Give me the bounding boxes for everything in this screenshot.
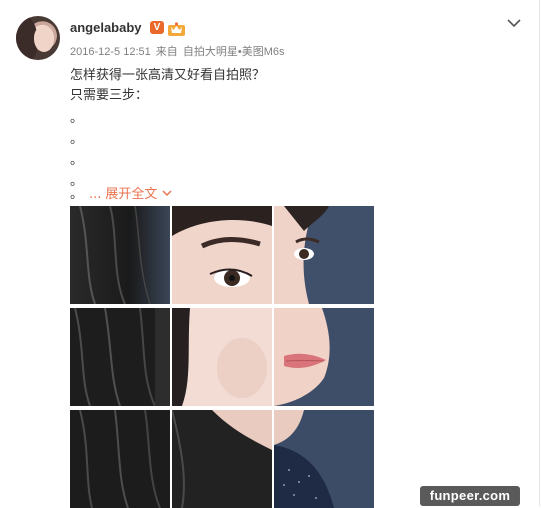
list-item: 。 (70, 153, 84, 168)
photo-thumbnail[interactable] (70, 206, 170, 304)
ellipsis: ... (89, 187, 102, 202)
photo-thumbnail[interactable] (172, 206, 272, 304)
vip-crown-icon (168, 21, 185, 36)
photo-thumbnail[interactable] (274, 206, 374, 304)
source-prefix: 来自 (155, 46, 178, 58)
photo-thumbnail[interactable] (70, 308, 170, 406)
photo-thumbnail[interactable] (70, 410, 170, 508)
list-item: 。 (70, 132, 84, 147)
post-timestamp[interactable]: 2016-12-5 12:51 (70, 46, 151, 58)
photo-thumbnail[interactable] (172, 308, 272, 406)
expand-row: 。... 展开全文 (70, 183, 173, 202)
watermark: funpeer.com (420, 486, 520, 506)
chevron-down-icon[interactable] (506, 14, 522, 28)
photo-thumbnail[interactable] (274, 410, 374, 508)
list-item: 。 (70, 187, 84, 202)
photo-grid (70, 206, 374, 508)
username[interactable]: angelababy (70, 20, 142, 35)
avatar[interactable] (16, 16, 60, 60)
chevron-down-icon[interactable] (161, 187, 173, 202)
avatar-face (34, 26, 54, 52)
post-text-line-1: 怎样获得一张高清又好看自拍照？ (70, 68, 266, 83)
expand-full-text-link[interactable]: 展开全文 (105, 187, 157, 202)
weibo-post-card: angelababy V 2016-12-5 12:51 来自 自拍大明星•美图… (0, 0, 540, 508)
list-item: 。 (70, 111, 84, 126)
photo-thumbnail[interactable] (172, 410, 272, 508)
photo-thumbnail[interactable] (274, 308, 374, 406)
source-device[interactable]: 自拍大明星•美图M6s (183, 46, 285, 58)
post-meta: 2016-12-5 12:51 来自 自拍大明星•美图M6s (70, 43, 285, 59)
post-text-line-2: 只需要三步： (70, 88, 149, 103)
verified-badge-icon: V (150, 21, 164, 34)
